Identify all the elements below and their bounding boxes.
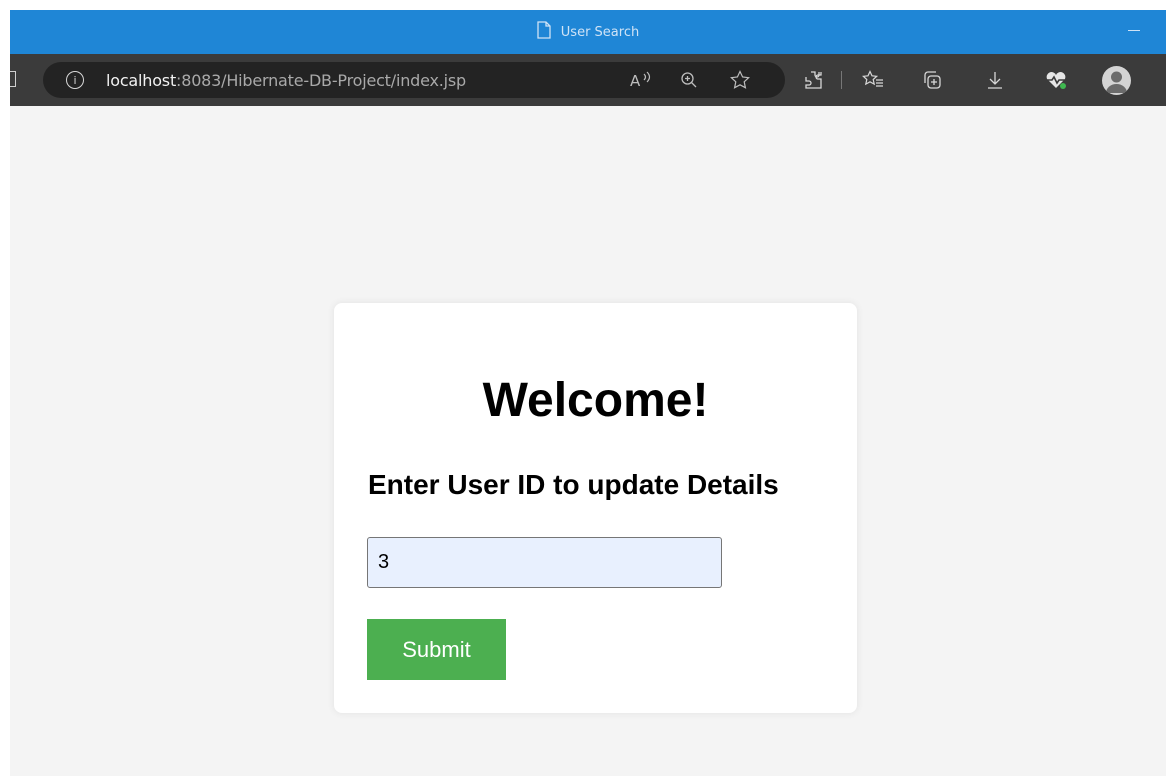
form-subtitle: Enter User ID to update Details [368,469,779,500]
favorites-icon[interactable] [855,62,891,98]
search-card: Welcome! Enter User ID to update Details… [334,303,857,713]
favorite-star-icon[interactable] [725,62,755,98]
svg-text:A: A [630,72,641,89]
collections-icon[interactable] [914,62,950,98]
user-id-input[interactable] [367,537,722,588]
submit-button[interactable]: Submit [367,619,506,680]
url-text[interactable]: localhost:8083/Hibernate-DB-Project/inde… [106,62,466,98]
browser-toolbar: i localhost:8083/Hibernate-DB-Project/in… [10,54,1166,106]
zoom-icon[interactable] [674,62,704,98]
page-title: Welcome! [482,374,709,427]
info-icon[interactable]: i [66,71,84,89]
url-host: localhost [106,70,177,90]
toolbar-divider [841,71,842,89]
home-icon[interactable] [10,71,16,87]
read-aloud-icon[interactable]: A [626,62,656,98]
page-content: Welcome! Enter User ID to update Details… [10,106,1166,776]
title-bar: User Search [10,10,1166,54]
window-title: User Search [10,10,1166,54]
browser-essentials-icon[interactable] [1038,62,1074,98]
url-path: :8083/Hibernate-DB-Project/index.jsp [176,70,466,90]
address-bar[interactable]: i localhost:8083/Hibernate-DB-Project/in… [43,62,785,98]
extensions-icon[interactable] [796,62,832,98]
profile-avatar[interactable] [1102,66,1131,95]
page-icon [537,21,551,43]
downloads-icon[interactable] [977,62,1013,98]
window-title-text: User Search [560,24,640,40]
minimize-button[interactable] [1128,30,1140,31]
browser-window: User Search i localhost:8083/Hibernate-D… [10,10,1166,776]
